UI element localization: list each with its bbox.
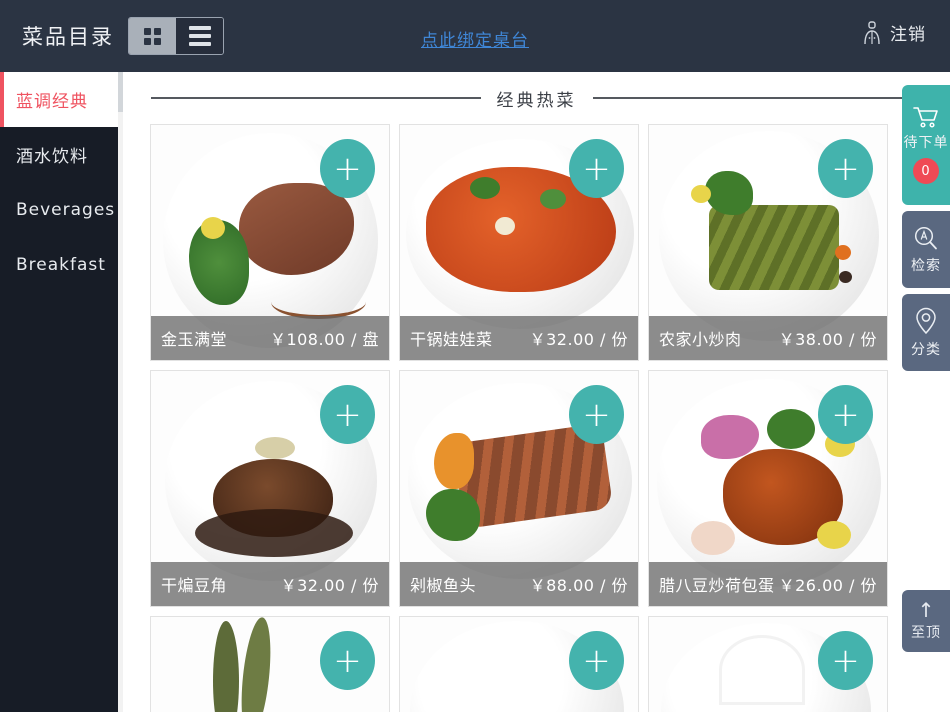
pending-order-button[interactable]: 待下单 0 bbox=[902, 85, 950, 205]
dish-price: ￥38.00 / 份 bbox=[778, 330, 877, 349]
dish-caption: 农家小炒肉 ￥38.00 / 份 bbox=[649, 316, 887, 360]
sidebar-item-breakfast[interactable]: Breakfast bbox=[0, 237, 118, 292]
dish-caption: 腊八豆炒荷包蛋 ￥26.00 / 份 bbox=[649, 562, 887, 606]
dish-catalog: 经典热菜 + 金玉满堂 ￥108.00 / 盘 + 干锅娃娃菜 ￥32.00 / 份 + 农家… bbox=[123, 72, 950, 712]
dish-caption: 剁椒鱼头 ￥88.00 / 份 bbox=[400, 562, 638, 606]
add-dish-button[interactable]: + bbox=[818, 139, 873, 198]
category-sidebar[interactable]: 蓝调经典 酒水饮料 Beverages Breakfast bbox=[0, 72, 118, 712]
search-icon bbox=[914, 226, 937, 249]
sidebar-item-label: Beverages bbox=[16, 199, 116, 220]
dish-grid: + 金玉满堂 ￥108.00 / 盘 + 干锅娃娃菜 ￥32.00 / 份 + 农家小炒肉 ￥3… bbox=[123, 124, 950, 607]
dish-price: ￥108.00 / 盘 bbox=[269, 330, 379, 349]
section-rule-left bbox=[151, 97, 481, 99]
cart-icon bbox=[913, 107, 938, 128]
dish-card[interactable]: + 干煸豆角 ￥32.00 / 份 bbox=[150, 370, 390, 607]
dish-name: 剁椒鱼头 bbox=[410, 576, 477, 595]
dish-price: ￥32.00 / 份 bbox=[280, 576, 379, 595]
sidebar-item-blues-classic[interactable]: 蓝调经典 bbox=[0, 72, 118, 127]
sidebar-item-drinks[interactable]: 酒水饮料 bbox=[0, 127, 118, 182]
right-action-rail: 待下单 0 检索 分类 bbox=[902, 85, 950, 377]
app-root: 菜品目录 点此绑定桌台 注销 蓝调经典 酒水饮料 Beverages Break… bbox=[0, 0, 950, 712]
sidebar-item-label: 蓝调经典 bbox=[16, 92, 88, 112]
dish-card[interactable]: + bbox=[399, 616, 639, 712]
dish-price: ￥32.00 / 份 bbox=[529, 330, 628, 349]
add-dish-button[interactable]: + bbox=[818, 385, 873, 444]
dish-caption: 金玉满堂 ￥108.00 / 盘 bbox=[151, 316, 389, 360]
category-label: 分类 bbox=[911, 341, 941, 358]
dish-caption: 干煸豆角 ￥32.00 / 份 bbox=[151, 562, 389, 606]
dish-name: 腊八豆炒荷包蛋 bbox=[659, 576, 775, 595]
dish-price: ￥88.00 / 份 bbox=[529, 576, 628, 595]
logout-label: 注销 bbox=[890, 25, 926, 45]
add-dish-button[interactable]: + bbox=[569, 139, 624, 198]
section-title: 经典热菜 bbox=[496, 90, 577, 111]
dish-grid-partial-row: + + + bbox=[123, 616, 950, 712]
dish-caption: 干锅娃娃菜 ￥32.00 / 份 bbox=[400, 316, 638, 360]
dish-price: ￥26.00 / 份 bbox=[778, 576, 877, 595]
dish-name: 干锅娃娃菜 bbox=[410, 330, 493, 349]
dish-name: 干煸豆角 bbox=[161, 576, 228, 595]
add-dish-button[interactable]: + bbox=[569, 631, 624, 690]
dish-card[interactable]: + 剁椒鱼头 ￥88.00 / 份 bbox=[399, 370, 639, 607]
dish-name: 农家小炒肉 bbox=[659, 330, 742, 349]
dish-card[interactable]: + bbox=[150, 616, 390, 712]
user-icon bbox=[864, 20, 880, 44]
arrow-up-icon: ↑ bbox=[917, 598, 935, 622]
search-label: 检索 bbox=[911, 257, 941, 274]
add-dish-button[interactable]: + bbox=[320, 631, 375, 690]
scroll-to-top-label: 至顶 bbox=[911, 625, 941, 641]
dish-card[interactable]: + 金玉满堂 ￥108.00 / 盘 bbox=[150, 124, 390, 361]
add-dish-button[interactable]: + bbox=[320, 139, 375, 198]
sidebar-item-label: 酒水饮料 bbox=[16, 147, 88, 167]
scroll-to-top-button[interactable]: ↑ 至顶 bbox=[902, 590, 950, 652]
sidebar-item-label: Breakfast bbox=[16, 254, 106, 275]
cart-count-badge: 0 bbox=[913, 158, 939, 184]
pending-order-label: 待下单 bbox=[903, 135, 949, 151]
add-dish-button[interactable]: + bbox=[320, 385, 375, 444]
section-header: 经典热菜 bbox=[123, 72, 950, 124]
top-header: 菜品目录 点此绑定桌台 注销 bbox=[0, 0, 950, 72]
location-pin-icon bbox=[916, 307, 936, 334]
dish-card[interactable]: + 干锅娃娃菜 ￥32.00 / 份 bbox=[399, 124, 639, 361]
add-dish-button[interactable]: + bbox=[569, 385, 624, 444]
search-button[interactable]: 检索 bbox=[902, 211, 950, 288]
category-button[interactable]: 分类 bbox=[902, 294, 950, 371]
sidebar-item-beverages[interactable]: Beverages bbox=[0, 182, 118, 237]
section-rule-right bbox=[592, 97, 922, 99]
bind-table-link[interactable]: 点此绑定桌台 bbox=[0, 26, 950, 51]
add-dish-button[interactable]: + bbox=[818, 631, 873, 690]
dish-card[interactable]: + 腊八豆炒荷包蛋 ￥26.00 / 份 bbox=[648, 370, 888, 607]
logout-button[interactable]: 注销 bbox=[862, 20, 926, 45]
dish-card[interactable]: + 农家小炒肉 ￥38.00 / 份 bbox=[648, 124, 888, 361]
dish-name: 金玉满堂 bbox=[161, 330, 228, 349]
dish-card[interactable]: + bbox=[648, 616, 888, 712]
